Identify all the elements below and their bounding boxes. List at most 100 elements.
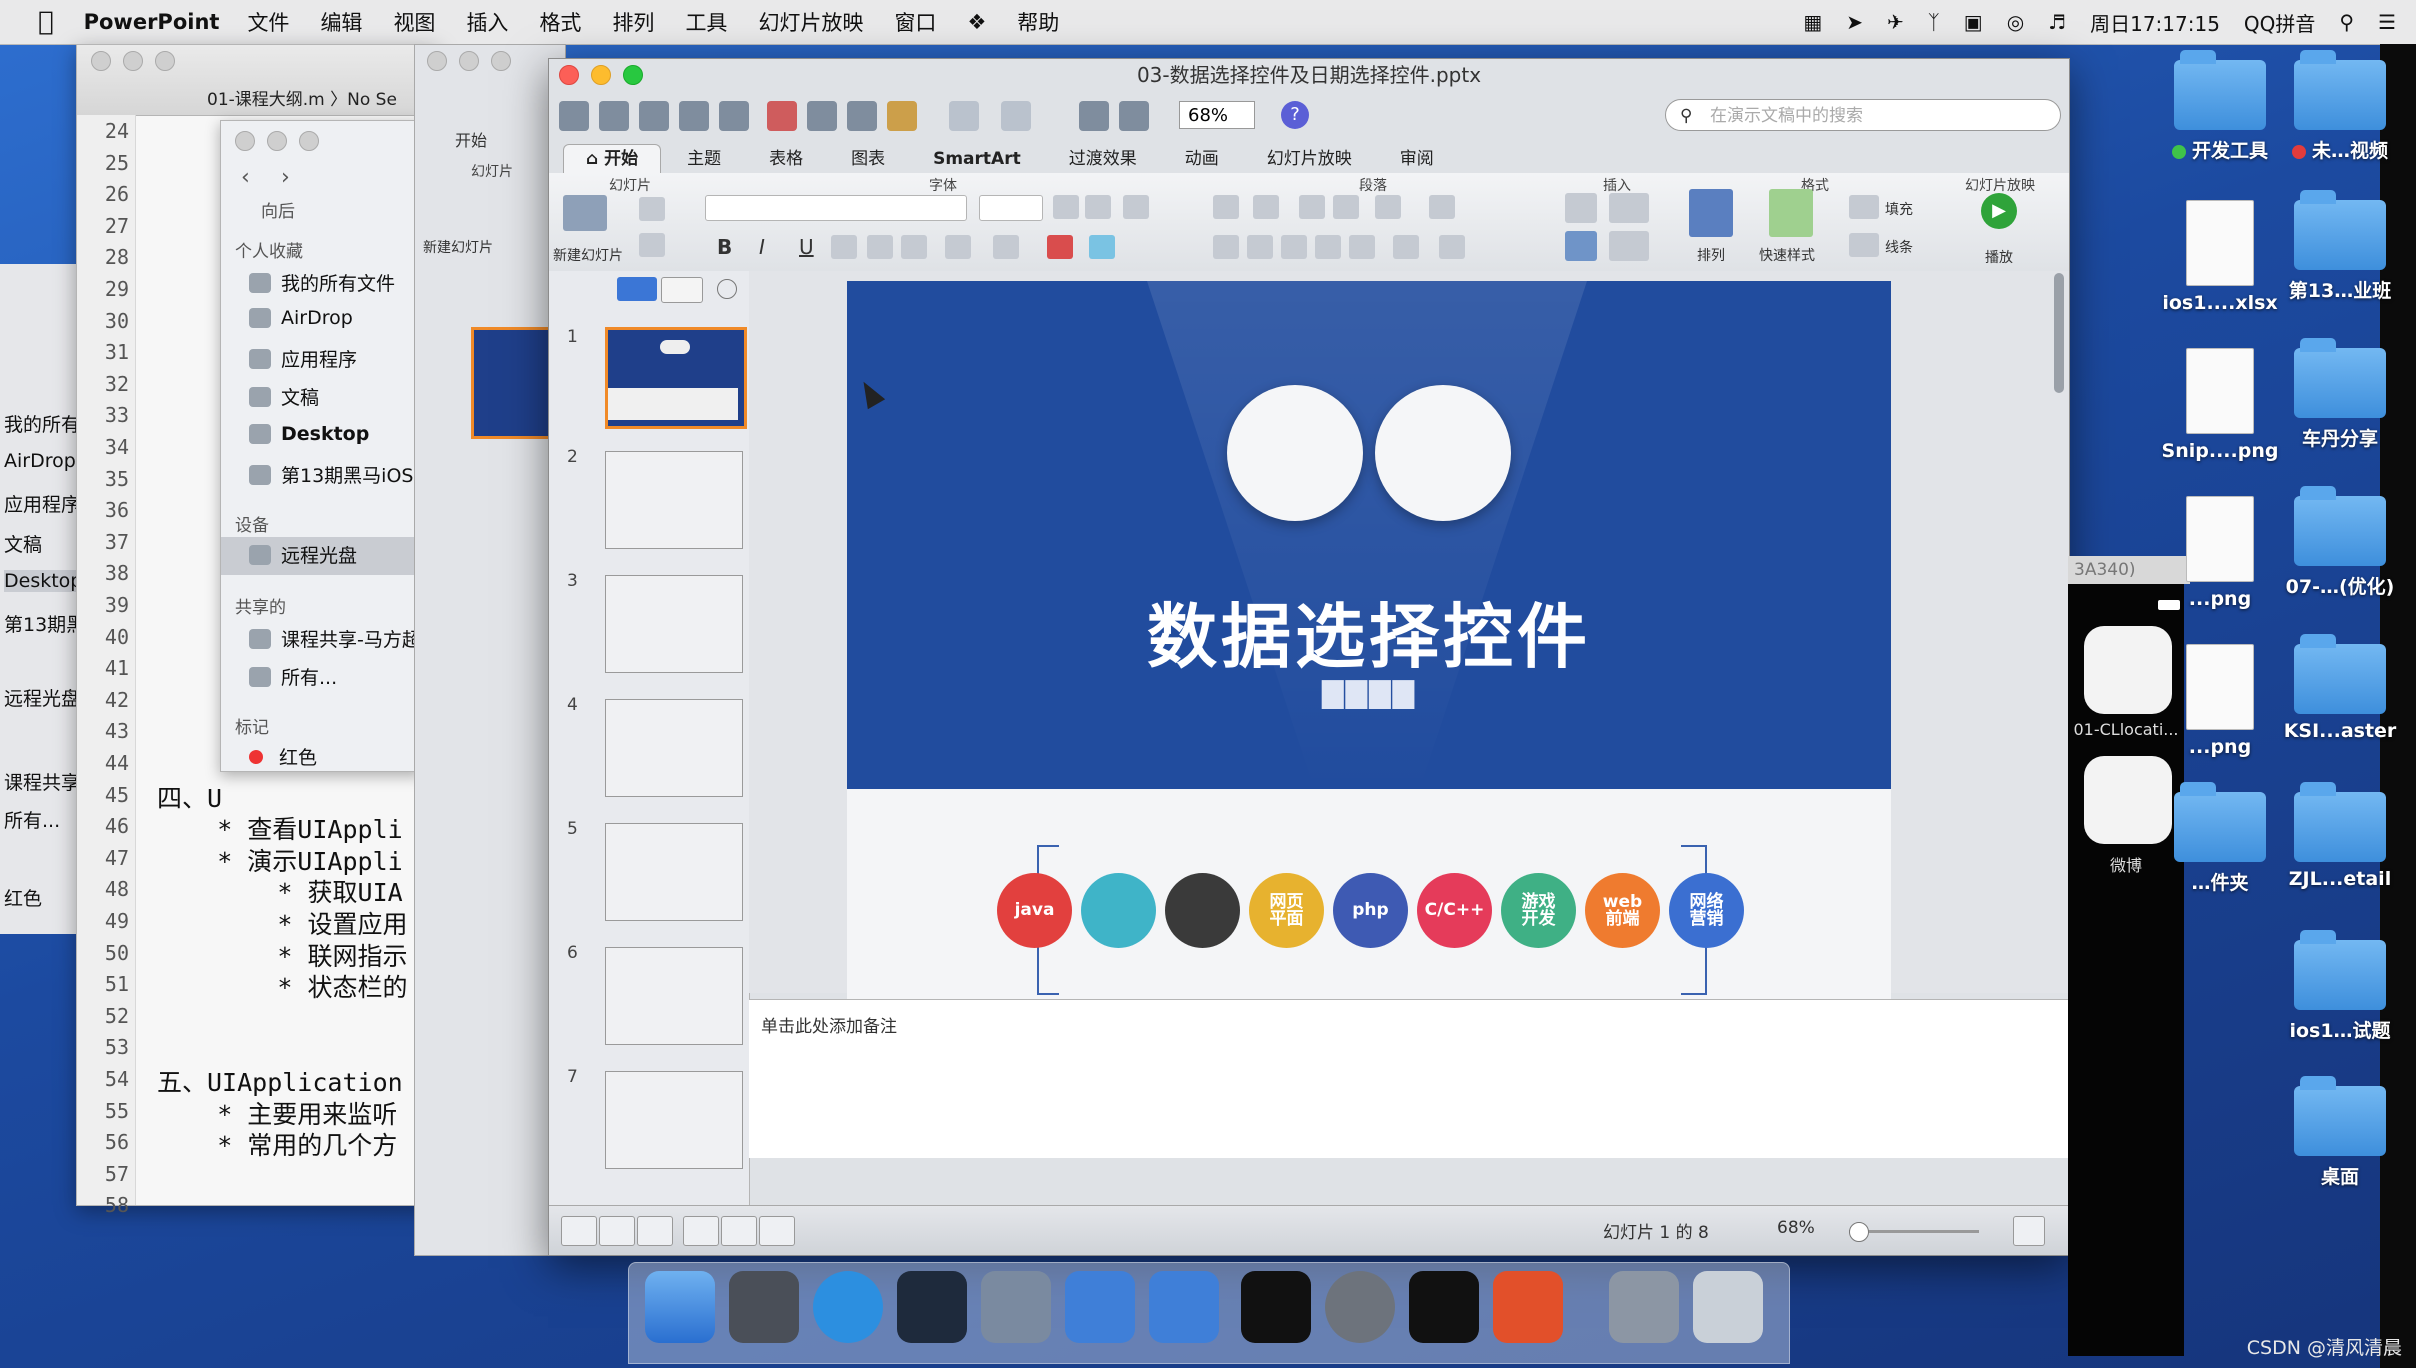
menu-arrange[interactable]: 排列	[612, 7, 654, 37]
font-name-field[interactable]	[705, 195, 967, 221]
app-name[interactable]: PowerPoint	[84, 10, 220, 34]
desktop-icon-item[interactable]: 07-…(优化)	[2280, 486, 2400, 599]
increase-indent-icon[interactable]	[1333, 195, 1359, 219]
menu-view[interactable]: 视图	[393, 7, 435, 37]
fit-window-icon[interactable]	[2013, 1216, 2045, 1246]
media-insert-icon[interactable]	[1609, 231, 1649, 261]
wifi-icon[interactable]: ◎	[2007, 10, 2024, 34]
bullets-icon[interactable]	[1213, 195, 1239, 219]
text-effects-icon[interactable]	[1089, 235, 1115, 259]
volume-icon[interactable]: ♬	[2048, 10, 2066, 34]
arrange-icon[interactable]	[1689, 189, 1733, 237]
line-icon[interactable]	[1849, 233, 1879, 257]
strikethrough-icon[interactable]	[831, 235, 857, 259]
strip-item[interactable]: 应用程序	[4, 490, 76, 517]
align-center-icon[interactable]	[1247, 235, 1273, 259]
powerpoint-dock-icon[interactable]	[1493, 1271, 1563, 1343]
slide-subtitle[interactable]: ▇▇▇▇	[847, 676, 1891, 709]
normal-view-icon[interactable]	[561, 1216, 597, 1246]
format-painter-icon[interactable]	[887, 101, 917, 131]
numbering-icon[interactable]	[1253, 195, 1279, 219]
input-method[interactable]: QQ拼音	[2244, 8, 2315, 37]
desktop-icon-item[interactable]: ios1…试题	[2280, 930, 2400, 1043]
slide-thumbnail-2[interactable]	[605, 451, 743, 549]
grid-view-icon[interactable]	[721, 1216, 757, 1246]
sidebar-item-desktop[interactable]: Desktop	[249, 423, 369, 445]
list-icon[interactable]: ☰	[2378, 10, 2396, 34]
window-controls[interactable]	[427, 51, 511, 71]
help-icon[interactable]: ?	[1281, 101, 1309, 129]
presenter-view-icon[interactable]	[759, 1216, 795, 1246]
align-text-icon[interactable]	[1439, 235, 1465, 259]
slide-canvas[interactable]: 数据选择控件 ▇▇▇▇ java 网页 平面 php C/C++ 游戏 开发 web 前端…	[749, 271, 2069, 1065]
shape-icon[interactable]	[1565, 231, 1597, 261]
finder-icon[interactable]	[645, 1271, 715, 1343]
notes-pane[interactable]: 单击此处添加备注	[749, 999, 2069, 1158]
strip-item[interactable]: 所有...	[4, 806, 60, 833]
copy-icon[interactable]	[807, 101, 837, 131]
menu-format[interactable]: 格式	[539, 7, 581, 37]
distributed-icon[interactable]	[1349, 235, 1375, 259]
xcode-icon[interactable]	[1065, 1271, 1135, 1343]
home-tab[interactable]: 开始	[455, 127, 487, 151]
sidebar-item-tag-red[interactable]: 红色	[249, 743, 317, 770]
gallery-icon[interactable]	[1079, 101, 1109, 131]
line-button[interactable]: 线条	[1885, 237, 1913, 257]
picture-icon[interactable]	[1609, 193, 1649, 223]
desktop-icon-item[interactable]: KSI...aster	[2280, 634, 2400, 742]
strip-item[interactable]: 文稿	[4, 530, 42, 557]
grow-font-icon[interactable]	[1053, 195, 1079, 219]
clear-format-icon[interactable]	[1123, 195, 1149, 219]
shrink-font-icon[interactable]	[1085, 195, 1111, 219]
quick-styles-icon[interactable]	[1769, 189, 1813, 237]
font-size-field[interactable]	[979, 195, 1043, 221]
superscript-icon[interactable]	[867, 235, 893, 259]
strip-item[interactable]: 第13期黑	[4, 610, 76, 637]
menu-tools[interactable]: 工具	[685, 7, 727, 37]
code-line[interactable]: * 演示UIAppli	[157, 842, 402, 878]
zoom-slider[interactable]	[1849, 1222, 1979, 1242]
script-icon[interactable]: ❖	[967, 10, 986, 34]
zoom-select[interactable]: 68%	[1179, 101, 1255, 129]
slide-thumbnail-4[interactable]	[605, 699, 743, 797]
strip-item[interactable]: AirDrop	[4, 450, 76, 472]
save-icon[interactable]	[679, 101, 709, 131]
media-icon[interactable]	[1119, 101, 1149, 131]
font-color-icon[interactable]	[1047, 235, 1073, 259]
tab-review[interactable]: 审阅	[1378, 145, 1456, 173]
menu-window[interactable]: 窗口	[894, 7, 936, 37]
strip-item[interactable]: 远程光盘	[4, 684, 76, 711]
reading-view-icon[interactable]	[637, 1216, 673, 1246]
tab-home[interactable]: ⌂ 开始	[563, 144, 662, 173]
strip-item[interactable]: Desktop	[4, 570, 76, 592]
slide-thumbnail-3[interactable]	[605, 575, 743, 673]
play-button[interactable]: 播放	[1985, 247, 2013, 267]
strip-item[interactable]: 课程共享	[4, 768, 76, 795]
tab-transitions[interactable]: 过渡效果	[1047, 145, 1159, 173]
open-icon[interactable]	[639, 101, 669, 131]
italic-icon[interactable]: I	[759, 235, 765, 259]
tab-smartart[interactable]: SmartArt	[911, 145, 1043, 173]
slide-title[interactable]: 数据选择控件	[847, 581, 1891, 682]
desktop-icon-item[interactable]: 开发工具	[2160, 50, 2280, 163]
code-line[interactable]: * 状态栏的	[157, 968, 407, 1004]
slide-thumbnail-7[interactable]	[605, 1071, 743, 1169]
desktop-icon-item[interactable]: …件夹	[2160, 782, 2280, 895]
justify-icon[interactable]	[1315, 235, 1341, 259]
text-box-icon[interactable]	[1565, 193, 1597, 223]
desktop-icon-item[interactable]: ...png	[2160, 496, 2280, 610]
exec-terminal-icon[interactable]	[1409, 1271, 1479, 1343]
apple-icon[interactable]: 	[38, 7, 54, 37]
align-left-icon[interactable]	[1213, 235, 1239, 259]
new-slide-button[interactable]: 新建幻灯片	[553, 245, 623, 265]
slide[interactable]: 数据选择控件 ▇▇▇▇ java 网页 平面 php C/C++ 游戏 开发 web 前端…	[847, 281, 1891, 1065]
new-slide-label[interactable]: 新建幻灯片	[423, 237, 493, 257]
desktop-icon-item[interactable]: ios1....xlsx	[2160, 200, 2280, 314]
menu-help[interactable]: 帮助	[1017, 7, 1059, 37]
sidebar-item-documents[interactable]: 文稿	[249, 383, 319, 410]
slide-thumbnail-1[interactable]	[605, 327, 747, 429]
code-line[interactable]: 四、U	[157, 779, 222, 815]
code-line[interactable]: * 常用的几个方	[157, 1126, 397, 1162]
slide-thumbnail-6[interactable]	[605, 947, 743, 1045]
menu-slideshow[interactable]: 幻灯片放映	[758, 7, 863, 37]
